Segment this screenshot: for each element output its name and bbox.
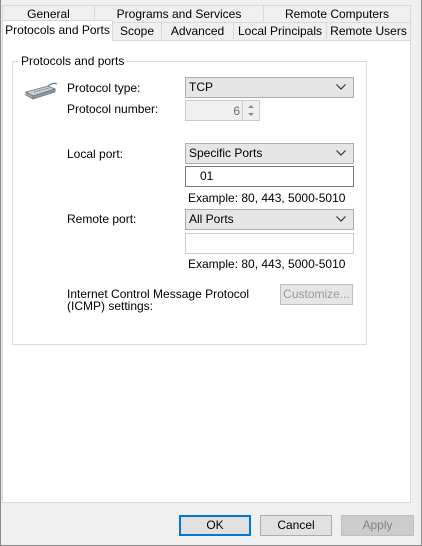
remote-port-dropdown[interactable]: All Ports (185, 209, 354, 230)
tab-programs-and-services[interactable]: Programs and Services (94, 5, 264, 22)
local-port-label: Local port: (67, 147, 124, 161)
chevron-down-icon (336, 150, 346, 156)
local-port-example: Example: 80, 443, 5000-5010 (188, 191, 346, 205)
remote-port-label: Remote port: (67, 212, 137, 226)
remote-port-input (185, 233, 354, 254)
protocol-type-value: TCP (189, 80, 213, 94)
ok-button[interactable]: OK (179, 515, 251, 536)
protocol-number-value: 6 (233, 104, 240, 118)
group-title: Protocols and ports (18, 54, 128, 68)
tab-remote-users[interactable]: Remote Users (326, 22, 411, 39)
icmp-label-line2: (ICMP) settings: (67, 299, 154, 313)
tab-remote-computers[interactable]: Remote Computers (263, 5, 411, 22)
local-port-selected: Specific Ports (189, 146, 263, 160)
spinner-arrows[interactable] (242, 101, 259, 120)
remote-port-selected: All Ports (189, 212, 234, 226)
protocol-number-spinner[interactable]: 6 (185, 100, 260, 121)
customize-button: Customize... (280, 284, 353, 305)
protocol-type-dropdown[interactable]: TCP (185, 77, 354, 98)
local-port-dropdown[interactable]: Specific Ports (185, 143, 354, 164)
spin-up-icon[interactable] (248, 105, 254, 108)
protocol-type-label: Protocol type: (67, 81, 141, 95)
chevron-down-icon (336, 84, 346, 90)
remote-port-example: Example: 80, 443, 5000-5010 (188, 257, 346, 271)
tab-advanced[interactable]: Advanced (161, 22, 234, 39)
cancel-button[interactable]: Cancel (260, 515, 332, 536)
tab-scope[interactable]: Scope (112, 22, 162, 39)
tab-protocols-and-ports[interactable]: Protocols and Ports (2, 20, 113, 41)
spin-down-icon[interactable] (248, 113, 254, 116)
local-port-input[interactable]: 01 (185, 166, 354, 187)
protocol-number-label: Protocol number: (67, 102, 159, 116)
tab-local-principals[interactable]: Local Principals (233, 22, 327, 39)
chevron-down-icon (336, 216, 346, 222)
apply-button: Apply (341, 515, 414, 536)
window-frame-left (0, 0, 1, 546)
network-cable-icon (22, 80, 58, 102)
